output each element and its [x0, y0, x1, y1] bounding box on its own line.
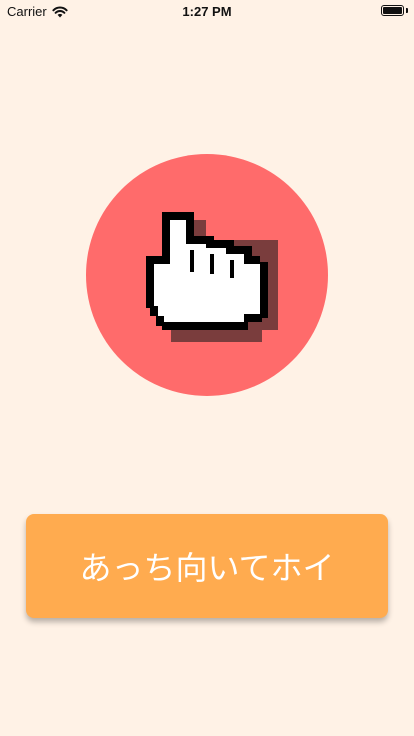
battery-cap	[406, 8, 408, 13]
acchi-muite-hoi-button[interactable]: あっち向いてホイ	[26, 514, 388, 618]
action-button-label: あっち向いてホイ	[79, 549, 335, 587]
status-bar: Carrier 1:27 PM	[0, 0, 414, 22]
hand-display-circle	[86, 154, 328, 396]
pointing-hand-cursor-icon	[146, 212, 278, 342]
battery-level	[383, 7, 402, 14]
app-screen: Carrier 1:27 PM あっち向いてホイ	[0, 0, 414, 736]
status-time: 1:27 PM	[182, 4, 232, 19]
battery-icon	[381, 5, 404, 16]
